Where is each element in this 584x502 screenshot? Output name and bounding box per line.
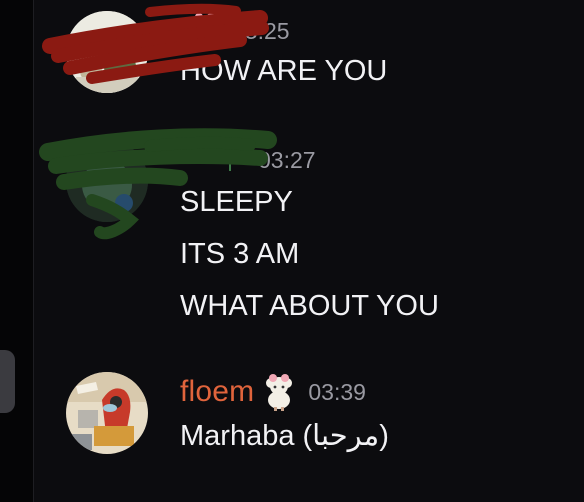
message-text: Marhaba (مرحبا) <box>180 420 389 452</box>
message-text: WHAT ABOUT YOU <box>180 290 439 322</box>
message-header: 03:25 <box>180 12 290 50</box>
timestamp[interactable]: 03:27 <box>258 147 316 174</box>
sheep-badge-icon <box>188 12 222 50</box>
timestamp[interactable]: 03:39 <box>308 379 366 406</box>
avatar-image-icon <box>66 140 148 222</box>
avatar-image-icon <box>66 11 148 93</box>
plant-badge-icon <box>218 141 242 179</box>
message-text: ITS 3 AM <box>180 238 300 270</box>
channel-tab-indicator[interactable] <box>0 350 15 413</box>
server-rail <box>0 0 33 502</box>
message-header: 03:27 <box>180 141 316 179</box>
sheep-badge-icon <box>262 373 296 411</box>
avatar-image-icon <box>66 372 148 454</box>
username[interactable]: floem <box>180 375 254 409</box>
message-text: SLEEPY <box>180 186 293 218</box>
avatar[interactable] <box>66 372 148 454</box>
avatar[interactable] <box>66 140 148 222</box>
message-text: HOW ARE YOU <box>180 55 388 87</box>
avatar[interactable] <box>66 11 148 93</box>
rail-divider <box>33 0 34 502</box>
message-header: floem 03:39 <box>180 373 366 411</box>
timestamp[interactable]: 03:25 <box>232 18 290 45</box>
